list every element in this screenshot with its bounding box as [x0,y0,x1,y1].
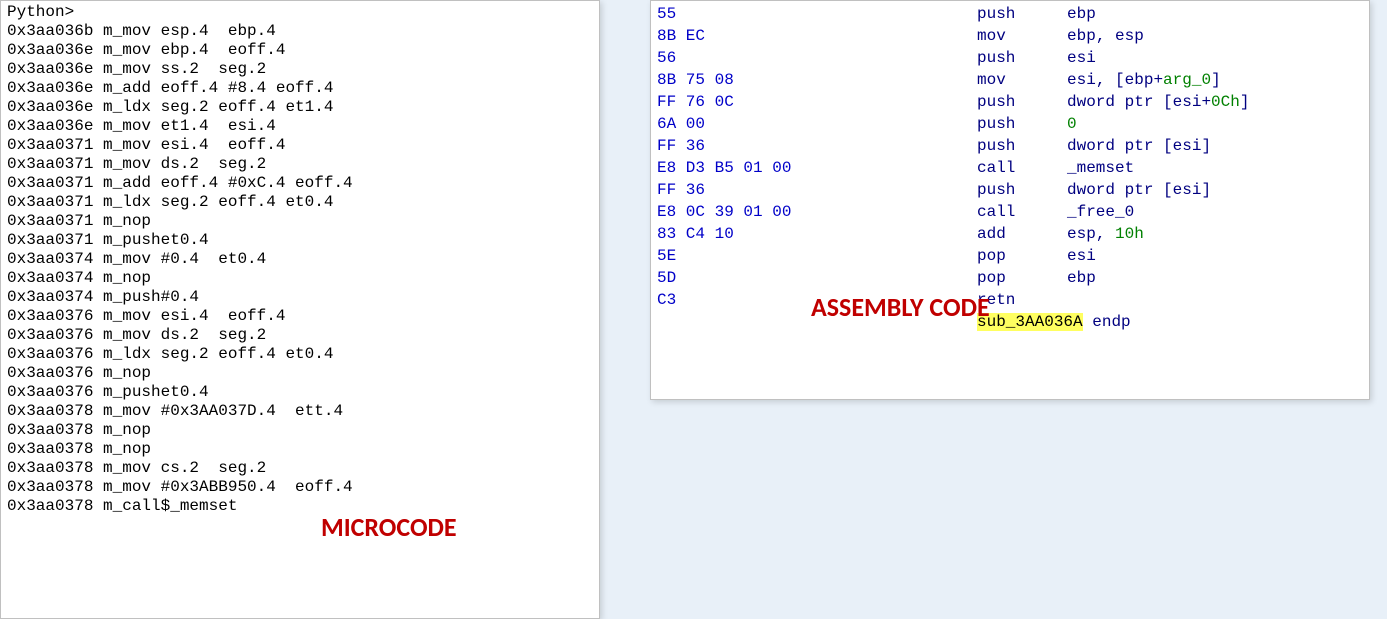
assembly-line: 8B ECmovebp, esp [657,25,1363,47]
assembly-line: 56pushesi [657,47,1363,69]
assembly-line: E8 0C 39 01 00call_free_0 [657,201,1363,223]
operands: _free_0 [1067,203,1134,221]
microcode-line: 0x3aa036e m_mov ss.2 seg.2 [7,60,593,79]
assembly-line: C3retn [657,289,1363,311]
mnemonic: mov [977,69,1067,91]
operands: esi [1067,49,1096,67]
hex-bytes: 8B 75 08 [657,69,977,91]
sub-label-highlight: sub_3AA036A [977,313,1083,331]
hex-bytes: E8 D3 B5 01 00 [657,157,977,179]
hex-bytes: FF 36 [657,135,977,157]
microcode-line: 0x3aa0378 m_mov #0x3AA037D.4 ett.4 [7,402,593,421]
mnemonic: push [977,113,1067,135]
operands: esi, [ebp+arg_0] [1067,71,1221,89]
microcode-line: 0x3aa036b m_mov esp.4 ebp.4 [7,22,593,41]
hex-bytes: FF 36 [657,179,977,201]
operands: esi [1067,247,1096,265]
operands: dword ptr [esi] [1067,137,1211,155]
hex-bytes: 55 [657,3,977,25]
operands: ebp [1067,5,1096,23]
microcode-line: 0x3aa0376 m_mov ds.2 seg.2 [7,326,593,345]
assembly-line: 5Epopesi [657,245,1363,267]
assembly-line: 83 C4 10addesp, 10h [657,223,1363,245]
hex-bytes: E8 0C 39 01 00 [657,201,977,223]
microcode-line: 0x3aa0378 m_mov #0x3ABB950.4 eoff.4 [7,478,593,497]
mnemonic: push [977,91,1067,113]
assembly-line: FF 76 0Cpushdword ptr [esi+0Ch] [657,91,1363,113]
assembly-pane: 55pushebp8B ECmovebp, esp56pushesi8B 75 … [650,0,1370,400]
hex-bytes: 5E [657,245,977,267]
mnemonic: add [977,223,1067,245]
microcode-pane: Python> 0x3aa036b m_mov esp.4 ebp.40x3aa… [0,0,600,619]
microcode-line: 0x3aa0374 m_mov #0.4 et0.4 [7,250,593,269]
mnemonic: retn [977,289,1067,311]
assembly-line: FF 36pushdword ptr [esi] [657,135,1363,157]
mnemonic: push [977,3,1067,25]
microcode-line: 0x3aa0378 m_nop [7,421,593,440]
microcode-line: 0x3aa036e m_add eoff.4 #8.4 eoff.4 [7,79,593,98]
mnemonic: push [977,179,1067,201]
microcode-line: 0x3aa0371 m_add eoff.4 #0xC.4 eoff.4 [7,174,593,193]
microcode-line: 0x3aa0376 m_ldx seg.2 eoff.4 et0.4 [7,345,593,364]
microcode-line: 0x3aa0374 m_push#0.4 [7,288,593,307]
assembly-listing: 55pushebp8B ECmovebp, esp56pushesi8B 75 … [657,3,1363,333]
assembly-line: 8B 75 08movesi, [ebp+arg_0] [657,69,1363,91]
hex-bytes: 5D [657,267,977,289]
microcode-line: 0x3aa036e m_mov ebp.4 eoff.4 [7,41,593,60]
microcode-line: 0x3aa0371 m_pushet0.4 [7,231,593,250]
microcode-line: 0x3aa0378 m_call$_memset [7,497,593,516]
hex-bytes: 83 C4 10 [657,223,977,245]
assembly-line: E8 D3 B5 01 00call_memset [657,157,1363,179]
microcode-line: 0x3aa0376 m_mov esi.4 eoff.4 [7,307,593,326]
mnemonic: pop [977,245,1067,267]
hex-bytes: C3 [657,289,977,311]
assembly-line: 6A 00push0 [657,113,1363,135]
assembly-line: FF 36pushdword ptr [esi] [657,179,1363,201]
mnemonic: mov [977,25,1067,47]
assembly-line: 5Dpopebp [657,267,1363,289]
operands: ebp [1067,269,1096,287]
mnemonic: push [977,135,1067,157]
microcode-line: 0x3aa0374 m_nop [7,269,593,288]
operands: dword ptr [esi] [1067,181,1211,199]
endp-keyword: endp [1092,313,1130,331]
hex-bytes: 8B EC [657,25,977,47]
assembly-line: 55pushebp [657,3,1363,25]
python-prompt: Python> [7,3,593,22]
hex-bytes: 56 [657,47,977,69]
pane-gap [600,0,650,619]
microcode-line: 0x3aa0378 m_nop [7,440,593,459]
microcode-line: 0x3aa0378 m_mov cs.2 seg.2 [7,459,593,478]
operands: ebp, esp [1067,27,1144,45]
microcode-line: 0x3aa0371 m_mov ds.2 seg.2 [7,155,593,174]
hex-bytes: FF 76 0C [657,91,977,113]
microcode-line: 0x3aa036e m_mov et1.4 esi.4 [7,117,593,136]
microcode-line: 0x3aa0376 m_pushet0.4 [7,383,593,402]
mnemonic: push [977,47,1067,69]
mnemonic: call [977,157,1067,179]
operands: _memset [1067,159,1134,177]
assembly-endp-line: sub_3AA036A endp [657,311,1363,333]
microcode-listing: 0x3aa036b m_mov esp.4 ebp.40x3aa036e m_m… [7,22,593,516]
microcode-line: 0x3aa0371 m_ldx seg.2 eoff.4 et0.4 [7,193,593,212]
operands: esp, 10h [1067,225,1144,243]
microcode-line: 0x3aa0371 m_mov esi.4 eoff.4 [7,136,593,155]
operands: 0 [1067,115,1077,133]
mnemonic: pop [977,267,1067,289]
microcode-line: 0x3aa0376 m_nop [7,364,593,383]
microcode-line: 0x3aa0371 m_nop [7,212,593,231]
operands: dword ptr [esi+0Ch] [1067,93,1249,111]
mnemonic: call [977,201,1067,223]
hex-bytes: 6A 00 [657,113,977,135]
microcode-line: 0x3aa036e m_ldx seg.2 eoff.4 et1.4 [7,98,593,117]
